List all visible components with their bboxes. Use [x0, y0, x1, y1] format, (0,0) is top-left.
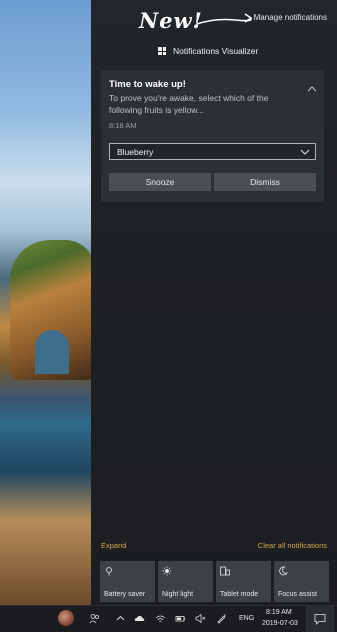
quick-action-night-light[interactable]: Night light	[158, 561, 213, 602]
taskbar: ENG 8:19 AM 2019-07-03	[0, 605, 337, 632]
pen-workspace-icon[interactable]	[216, 613, 227, 624]
wallpaper-arch	[35, 330, 69, 374]
volume-muted-icon[interactable]	[195, 613, 206, 624]
focus-assist-icon	[279, 566, 288, 576]
people-icon[interactable]	[89, 613, 100, 624]
tablet-mode-icon	[220, 566, 230, 576]
chevron-up-icon[interactable]	[306, 84, 318, 94]
new-annotation: New!	[139, 8, 203, 33]
onedrive-cloud-icon[interactable]	[134, 613, 145, 624]
notification-icon	[314, 614, 326, 625]
user-avatar[interactable]	[58, 610, 74, 626]
fruit-select-value: Blueberry	[117, 147, 154, 157]
battery-saver-icon	[106, 567, 112, 576]
chevron-down-icon	[300, 149, 310, 155]
chevron-up-icon[interactable]	[115, 613, 126, 624]
toast-body: To prove you're awake, select which of t…	[109, 93, 269, 115]
app-name: Notifications Visualizer	[173, 46, 259, 56]
quick-action-label: Tablet mode	[220, 591, 259, 598]
dismiss-button[interactable]: Dismiss	[214, 173, 316, 191]
quick-action-tablet-mode[interactable]: Tablet mode	[216, 561, 271, 602]
battery-icon[interactable]	[175, 613, 186, 624]
action-center: New! Manage notifications Notifications …	[91, 0, 337, 605]
app-logo-icon	[158, 47, 166, 55]
quick-actions: Battery saver Night light Tablet mode Fo…	[100, 561, 329, 602]
quick-action-focus-assist[interactable]: Focus assist	[274, 561, 329, 602]
notification-app-header: Notifications Visualizer	[158, 46, 258, 56]
quick-action-label: Night light	[162, 591, 194, 598]
snooze-button[interactable]: Snooze	[109, 173, 211, 191]
toast-timestamp: 8:18 AM	[109, 121, 137, 130]
expand-link[interactable]: Expand	[101, 541, 126, 550]
quick-action-label: Focus assist	[278, 591, 317, 598]
taskbar-clock-time[interactable]: 8:19 AM	[266, 609, 292, 616]
manage-notifications-link[interactable]: Manage notifications	[254, 13, 327, 22]
quick-action-battery-saver[interactable]: Battery saver	[100, 561, 155, 602]
toast-title: Time to wake up!	[109, 79, 186, 90]
clear-all-notifications-link[interactable]: Clear all notifications	[258, 541, 327, 550]
action-center-button[interactable]	[306, 606, 334, 632]
taskbar-clock-date[interactable]: 2019-07-03	[262, 620, 298, 627]
annotation-arrow-icon	[196, 13, 253, 25]
quick-action-label: Battery saver	[104, 591, 146, 598]
fruit-select[interactable]: Blueberry	[109, 143, 316, 160]
input-language[interactable]: ENG	[239, 615, 254, 622]
wifi-icon[interactable]	[155, 613, 166, 624]
notification-toast[interactable]: Time to wake up! To prove you're awake, …	[101, 70, 324, 202]
night-light-icon	[162, 566, 172, 576]
